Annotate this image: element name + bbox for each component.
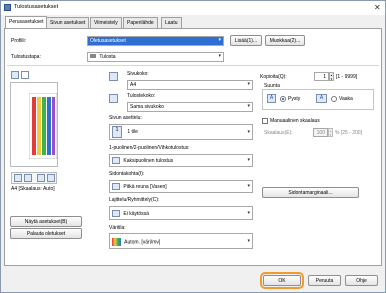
landscape-icon: A xyxy=(316,94,327,103)
scaling-label: Skaalaus(E): xyxy=(264,130,293,136)
ok-button[interactable]: OK xyxy=(263,275,301,286)
profile-label: Profiili: xyxy=(11,38,27,44)
output-size-value: Sama sivukoko xyxy=(130,104,164,110)
portrait-label: Pysty xyxy=(288,96,301,102)
collate-value: Ei käytössä xyxy=(123,210,149,217)
divider xyxy=(7,65,379,66)
page-layout-value: 1 tile xyxy=(127,129,138,135)
layout-booklet-icon[interactable] xyxy=(37,174,45,182)
duplex-select[interactable]: Kaksipuolinen tulostus ▾ xyxy=(109,154,253,167)
layout-2-icon[interactable] xyxy=(24,174,32,182)
print-settings-window: Tulostusasetukset ✕ Perusasetukset Sivun… xyxy=(0,0,386,293)
profile-add-button[interactable]: Lisää(1)... xyxy=(230,35,262,46)
printer-icon xyxy=(90,54,96,58)
view-settings-button[interactable]: Näytä asetukset(B) xyxy=(10,216,82,227)
layout-icons-row xyxy=(11,172,57,184)
page-size-icon xyxy=(109,72,118,81)
chevron-down-icon: ▾ xyxy=(247,183,250,189)
profile-edit-button[interactable]: Muokkaa(2)... xyxy=(265,35,305,46)
help-button[interactable]: Ohje xyxy=(345,275,378,286)
page-layout-select[interactable]: 1 1 tile ▾ xyxy=(109,124,253,140)
page-size-value: A4 xyxy=(130,82,137,88)
copies-label: Kopioita(Q): xyxy=(260,74,287,80)
printer-view-icon[interactable] xyxy=(21,71,29,79)
color-mode-select[interactable]: Autom. [väri/mv] ▾ xyxy=(109,233,253,249)
preview-status: A4 [Skaalaus: Auto] xyxy=(11,186,55,192)
duplex-icon xyxy=(112,157,120,164)
page-size-select[interactable]: A4 ▾ xyxy=(127,80,253,90)
collate-select[interactable]: Ei käytössä ▾ xyxy=(109,206,253,220)
color-mode-label: Väritila: xyxy=(109,225,126,231)
output-method-select[interactable]: Tulosta ▾ xyxy=(87,52,224,62)
chevron-down-icon: ▾ xyxy=(218,37,221,43)
color-mode-icon xyxy=(112,238,121,246)
chevron-down-icon: ▾ xyxy=(247,238,250,244)
cancel-button[interactable]: Peruuta xyxy=(308,275,341,286)
copies-range: [1 - 9999] xyxy=(336,74,358,80)
binding-select[interactable]: Pitkä reuna [Vasen] ▾ xyxy=(109,180,253,193)
output-size-label: Tulostekoko: xyxy=(127,93,156,99)
chevron-down-icon: ▾ xyxy=(247,210,250,216)
layout-poster-icon[interactable] xyxy=(47,174,55,182)
restore-defaults-button[interactable]: Palauta oletukset xyxy=(10,228,82,239)
close-icon[interactable]: ✕ xyxy=(374,3,381,12)
color-mode-value: Autom. [väri/mv] xyxy=(124,239,161,246)
binding-margin-button[interactable]: Sidontamarginaali... xyxy=(262,187,359,198)
tab-finishing[interactable]: Viimeistely xyxy=(90,17,122,28)
duplex-label: 1-puolinen/2-puolinen/Vihkotulostus: xyxy=(109,145,190,151)
chevron-down-icon: ▾ xyxy=(247,103,250,109)
chevron-down-icon: ▾ xyxy=(247,81,250,87)
output-size-select[interactable]: Sama sivukoko ▾ xyxy=(127,102,253,112)
tab-paper-source[interactable]: Paperilähde xyxy=(123,17,158,28)
collate-label: Lajittelu/Ryhmittely(C): xyxy=(109,197,160,203)
landscape-label: Vaaka xyxy=(339,96,353,102)
output-method-label: Tulostustapa: xyxy=(11,54,41,60)
output-method-value: Tulosta xyxy=(99,54,116,60)
scaling-range: % [25 - 200] xyxy=(335,130,362,136)
portrait-radio[interactable] xyxy=(280,96,286,102)
copies-spinner-icon[interactable]: ▴ ▾ xyxy=(329,72,334,81)
scaling-input[interactable]: 100 xyxy=(313,128,328,137)
layout-1-icon[interactable] xyxy=(14,174,22,182)
collate-icon xyxy=(112,210,120,217)
portrait-icon: A xyxy=(267,94,276,103)
output-size-icon xyxy=(109,94,118,103)
window-title: Tulostusasetukset xyxy=(14,4,59,10)
landscape-radio[interactable] xyxy=(331,96,337,102)
profile-select[interactable]: Oletusasetukset ▾ xyxy=(87,36,224,46)
printer-app-icon xyxy=(4,4,11,11)
binding-value: Pitkä reuna [Vasen] xyxy=(123,183,167,190)
tab-quality[interactable]: Laatu xyxy=(161,17,182,28)
binding-icon xyxy=(112,183,120,190)
binding-label: Sidontakohta(I): xyxy=(109,171,145,177)
manual-scaling-label: Manuaalinen skaalaus xyxy=(270,118,320,124)
manual-scaling-checkbox[interactable] xyxy=(262,118,268,124)
profile-value: Oletusasetukset xyxy=(90,38,126,44)
chevron-down-icon: ▾ xyxy=(218,53,221,59)
duplex-value: Kaksipuolinen tulostus xyxy=(123,157,174,164)
title-bar: Tulostusasetukset ✕ xyxy=(1,1,385,15)
page-view-icon[interactable] xyxy=(11,71,19,79)
scaling-spinner-icon[interactable]: ▴ ▾ xyxy=(328,128,333,137)
page-layout-number: 1 xyxy=(112,126,122,138)
page-layout-label: Sivun asettelu: xyxy=(109,115,142,121)
page-size-label: Sivukoko: xyxy=(127,71,149,77)
tab-page-settings[interactable]: Sivun asetukset xyxy=(46,17,90,28)
chevron-down-icon: ▾ xyxy=(247,157,250,163)
chevron-down-icon: ▾ xyxy=(247,129,250,135)
preview-page-image xyxy=(29,93,57,159)
copies-input[interactable]: 1 xyxy=(314,72,329,81)
